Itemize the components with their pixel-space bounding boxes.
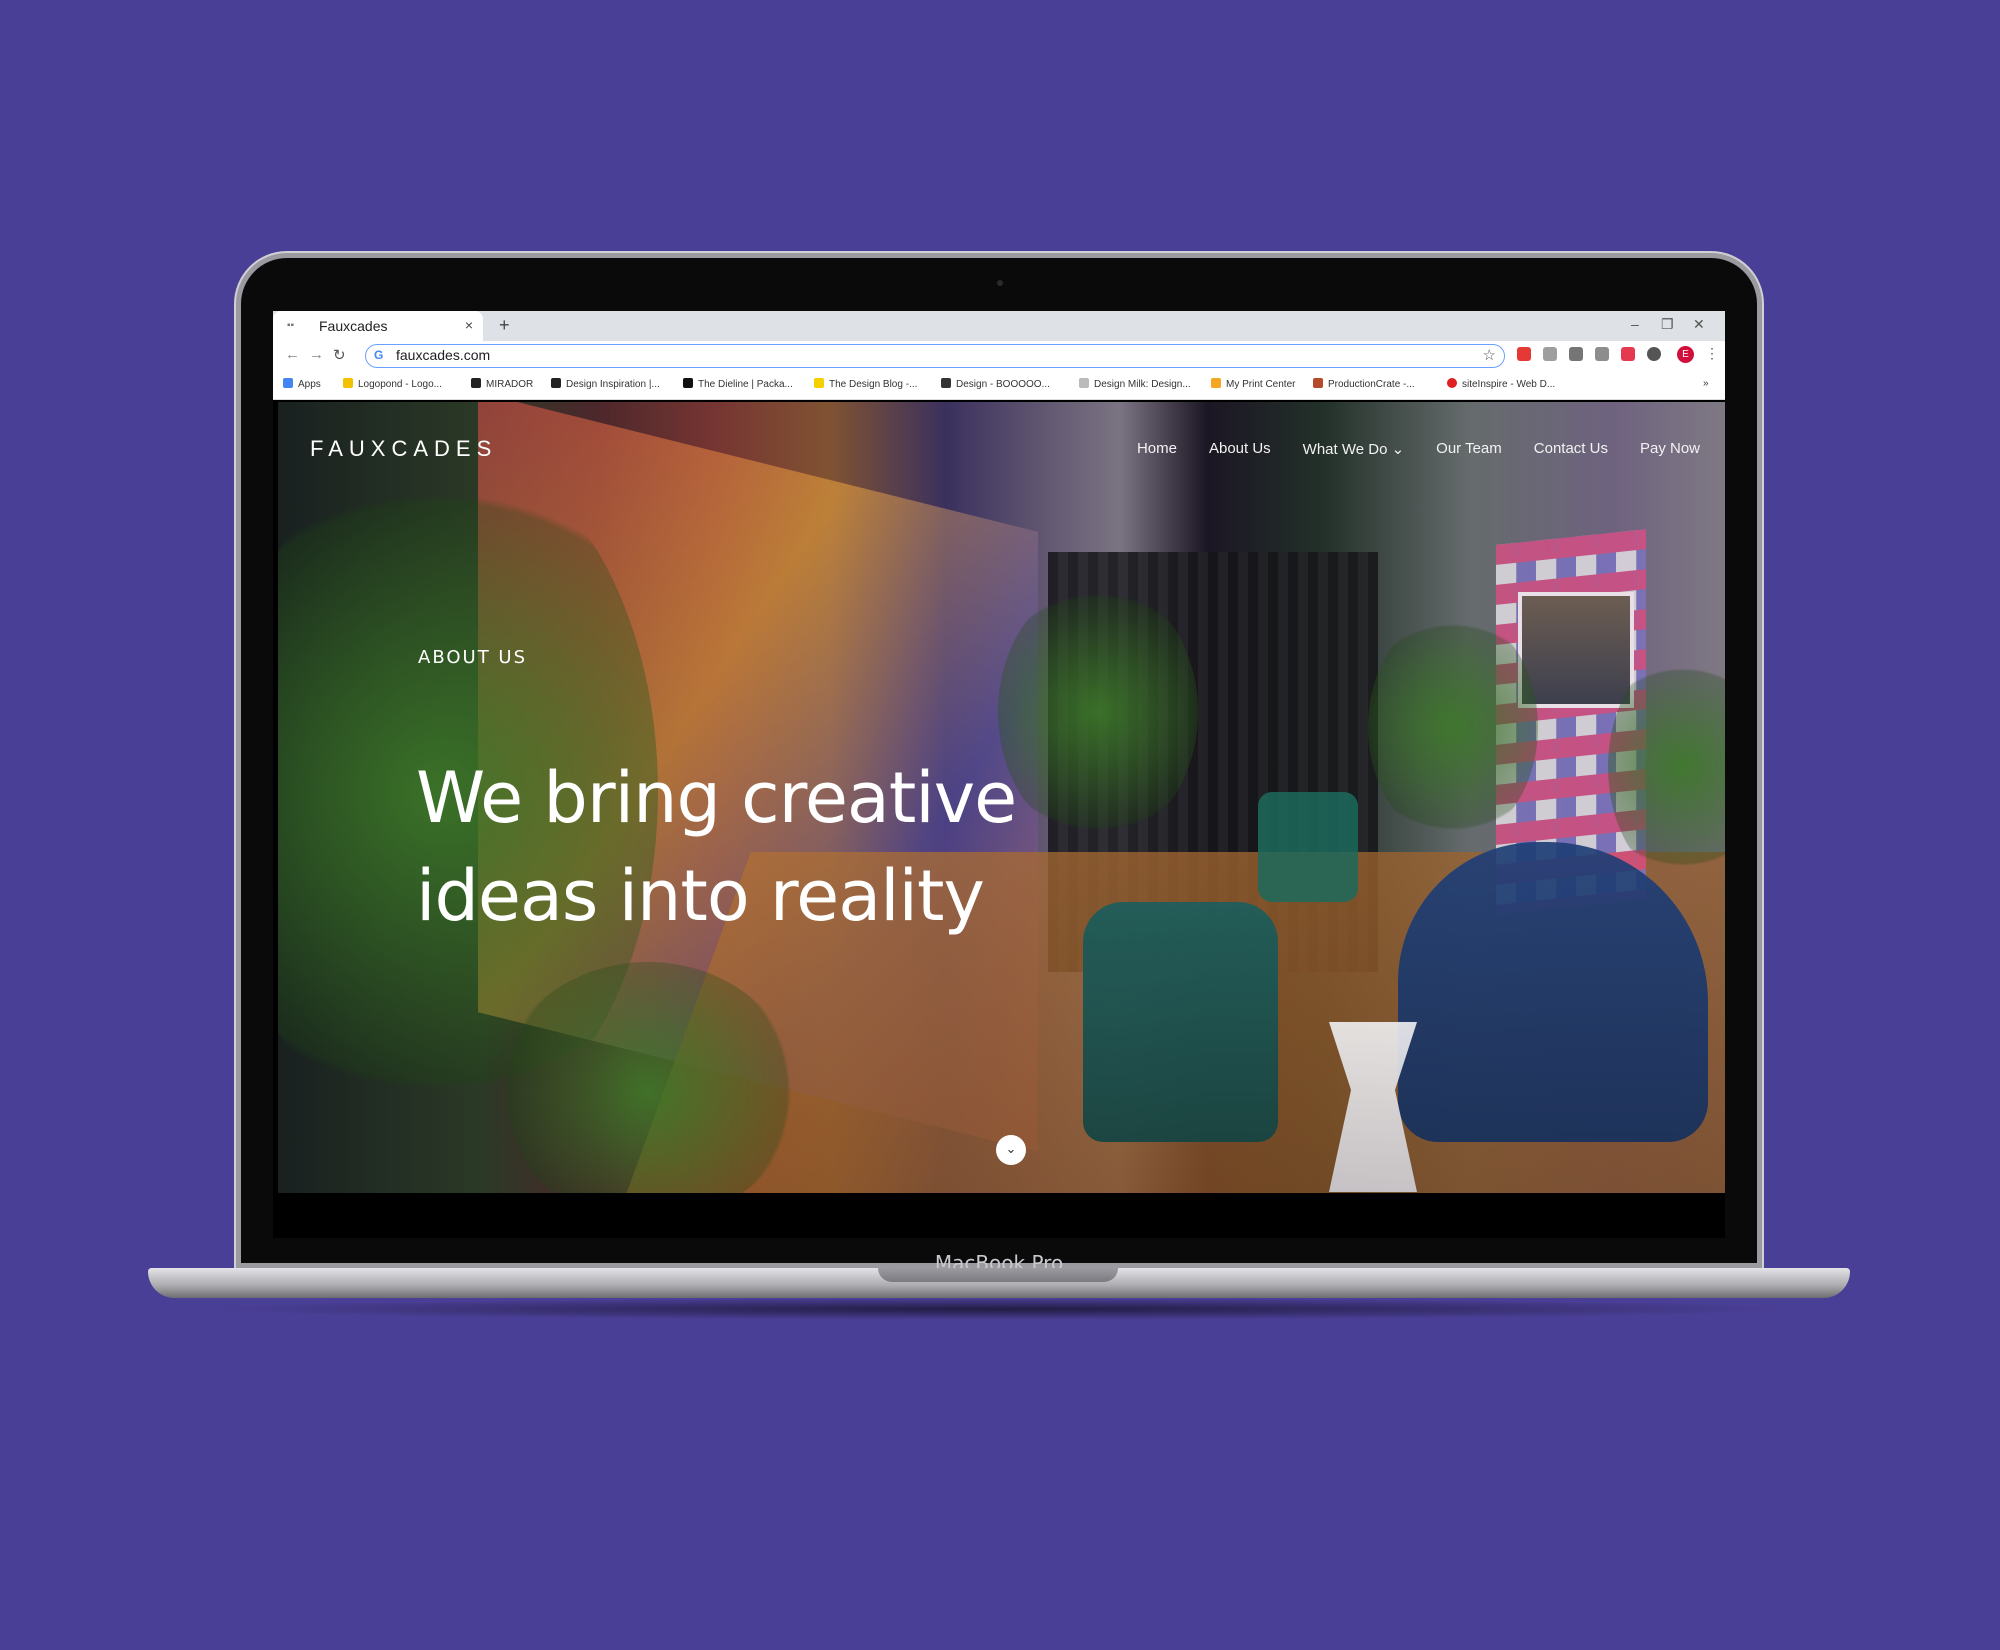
url-text[interactable]: fauxcades.com — [396, 347, 490, 363]
bookmark-item[interactable]: Logopond - Logo... — [343, 378, 442, 390]
green-chair-image — [1258, 792, 1358, 902]
google-icon: G — [374, 348, 384, 362]
bookmark-label: Design Inspiration |... — [566, 379, 660, 390]
nav-what-we-do[interactable]: What We Do ⌄ — [1303, 440, 1405, 458]
bookmark-item[interactable]: MIRADOR — [471, 378, 533, 390]
nav-our-team[interactable]: Our Team — [1436, 440, 1502, 458]
chevron-down-icon: ⌄ — [1005, 1142, 1017, 1157]
bookmark-label: Design - BOOOOO... — [956, 379, 1050, 390]
close-window-icon[interactable]: ✕ — [1693, 316, 1705, 333]
bookmark-label: Apps — [298, 379, 321, 390]
tab-title: Fauxcades — [319, 318, 388, 334]
new-tab-button[interactable]: + — [499, 315, 510, 336]
apps-grid-icon — [283, 378, 293, 388]
teal-armchair-image — [1083, 902, 1278, 1142]
bookmark-label: siteInspire - Web D... — [1462, 379, 1556, 390]
nav-about-us[interactable]: About Us — [1209, 440, 1271, 458]
nav-pay-now[interactable]: Pay Now — [1640, 440, 1700, 458]
scroll-down-button[interactable]: ⌄ — [996, 1135, 1026, 1165]
bookmark-item[interactable]: The Design Blog -... — [814, 378, 917, 390]
main-nav: Home About Us What We Do ⌄ Our Team Cont… — [1137, 440, 1700, 458]
laptop-base — [148, 1268, 1850, 1298]
bookmark-label: Logopond - Logo... — [358, 379, 442, 390]
hero-headline: We bring creative ideas into reality — [416, 756, 1017, 937]
laptop-shadow — [190, 1298, 1810, 1320]
site-favicon-icon: ▪▪ — [287, 320, 295, 331]
palm-plant-image — [1368, 612, 1538, 842]
nav-what-we-do-label: What We Do — [1302, 441, 1388, 458]
design-inspiration-icon — [551, 378, 561, 388]
portrait-photo-image — [1518, 592, 1634, 708]
extension-icon[interactable] — [1517, 347, 1531, 361]
section-eyebrow: ABOUT US — [418, 647, 528, 668]
bookmark-label: My Print Center — [1226, 379, 1296, 390]
bookmark-label: Design Milk: Design... — [1094, 379, 1191, 390]
bookmark-item[interactable]: The Dieline | Packa... — [683, 378, 793, 390]
bookmark-item[interactable]: My Print Center — [1211, 378, 1295, 390]
browser-tab[interactable]: ▪▪ Fauxcades × — [273, 311, 483, 341]
tab-bar: ▪▪ Fauxcades × + – ❐ ✕ — [273, 311, 1725, 341]
laptop-screen: ▪▪ Fauxcades × + – ❐ ✕ ← → ↻ G fauxcades… — [273, 311, 1725, 1238]
reload-icon[interactable]: ↻ — [333, 346, 346, 364]
bookmark-label: The Design Blog -... — [829, 379, 918, 390]
cast-icon[interactable] — [1595, 347, 1609, 361]
design-milk-icon — [1079, 378, 1089, 388]
minimize-icon[interactable]: – — [1631, 316, 1639, 332]
bookmark-label: ProductionCrate -... — [1328, 379, 1415, 390]
site-logo[interactable]: FAUXCADES — [310, 436, 497, 462]
profile-avatar[interactable]: E — [1677, 346, 1694, 363]
bookmark-label: MIRADOR — [486, 379, 534, 390]
booooo-icon — [941, 378, 951, 388]
mirador-icon — [471, 378, 481, 388]
address-bar[interactable]: G fauxcades.com ☆ — [365, 344, 1505, 368]
more-bookmarks-icon[interactable]: » — [1703, 378, 1709, 389]
laptop-lid: ▪▪ Fauxcades × + – ❐ ✕ ← → ↻ G fauxcades… — [241, 258, 1757, 1275]
laptop-chin: MacBook Pro — [241, 1240, 1757, 1275]
camera-icon — [997, 280, 1003, 286]
extension-icon[interactable] — [1621, 347, 1635, 361]
bookmark-item[interactable]: Design Milk: Design... — [1079, 378, 1191, 390]
dieline-icon — [683, 378, 693, 388]
forward-icon[interactable]: → — [309, 346, 324, 363]
siteinspire-icon — [1447, 378, 1457, 388]
bookmark-item[interactable]: Apps — [283, 378, 321, 390]
back-icon[interactable]: ← — [285, 346, 300, 363]
design-blog-icon — [814, 378, 824, 388]
camera-extension-icon[interactable] — [1569, 347, 1583, 361]
bookmark-star-icon[interactable]: ☆ — [1483, 346, 1496, 364]
productioncrate-icon — [1313, 378, 1323, 388]
bookmark-label: The Dieline | Packa... — [698, 379, 793, 390]
browser-window: ▪▪ Fauxcades × + – ❐ ✕ ← → ↻ G fauxcades… — [273, 311, 1725, 400]
bookmark-item[interactable]: Design Inspiration |... — [551, 378, 660, 390]
restore-icon[interactable]: ❐ — [1661, 316, 1674, 333]
browser-toolbar: ← → ↻ G fauxcades.com ☆ E ⋮ — [273, 341, 1725, 371]
bookmark-item[interactable]: ProductionCrate -... — [1313, 378, 1415, 390]
bookmark-item[interactable]: siteInspire - Web D... — [1447, 378, 1555, 390]
more-menu-icon[interactable]: ⋮ — [1705, 345, 1719, 362]
nav-home[interactable]: Home — [1137, 440, 1177, 458]
bookmark-item[interactable]: Design - BOOOOO... — [941, 378, 1050, 390]
puzzle-extensions-icon[interactable] — [1647, 347, 1661, 361]
laptop-notch — [878, 1268, 1118, 1282]
logopond-icon — [343, 378, 353, 388]
extension-icon[interactable] — [1543, 347, 1557, 361]
nav-contact-us[interactable]: Contact Us — [1534, 440, 1608, 458]
close-tab-icon[interactable]: × — [465, 317, 473, 333]
bookmarks-bar: Apps Logopond - Logo... MIRADOR Design I… — [273, 371, 1725, 400]
print-center-icon — [1211, 378, 1221, 388]
website-hero: FAUXCADES Home About Us What We Do ⌄ Our… — [278, 402, 1725, 1193]
chevron-down-icon: ⌄ — [1391, 441, 1405, 458]
